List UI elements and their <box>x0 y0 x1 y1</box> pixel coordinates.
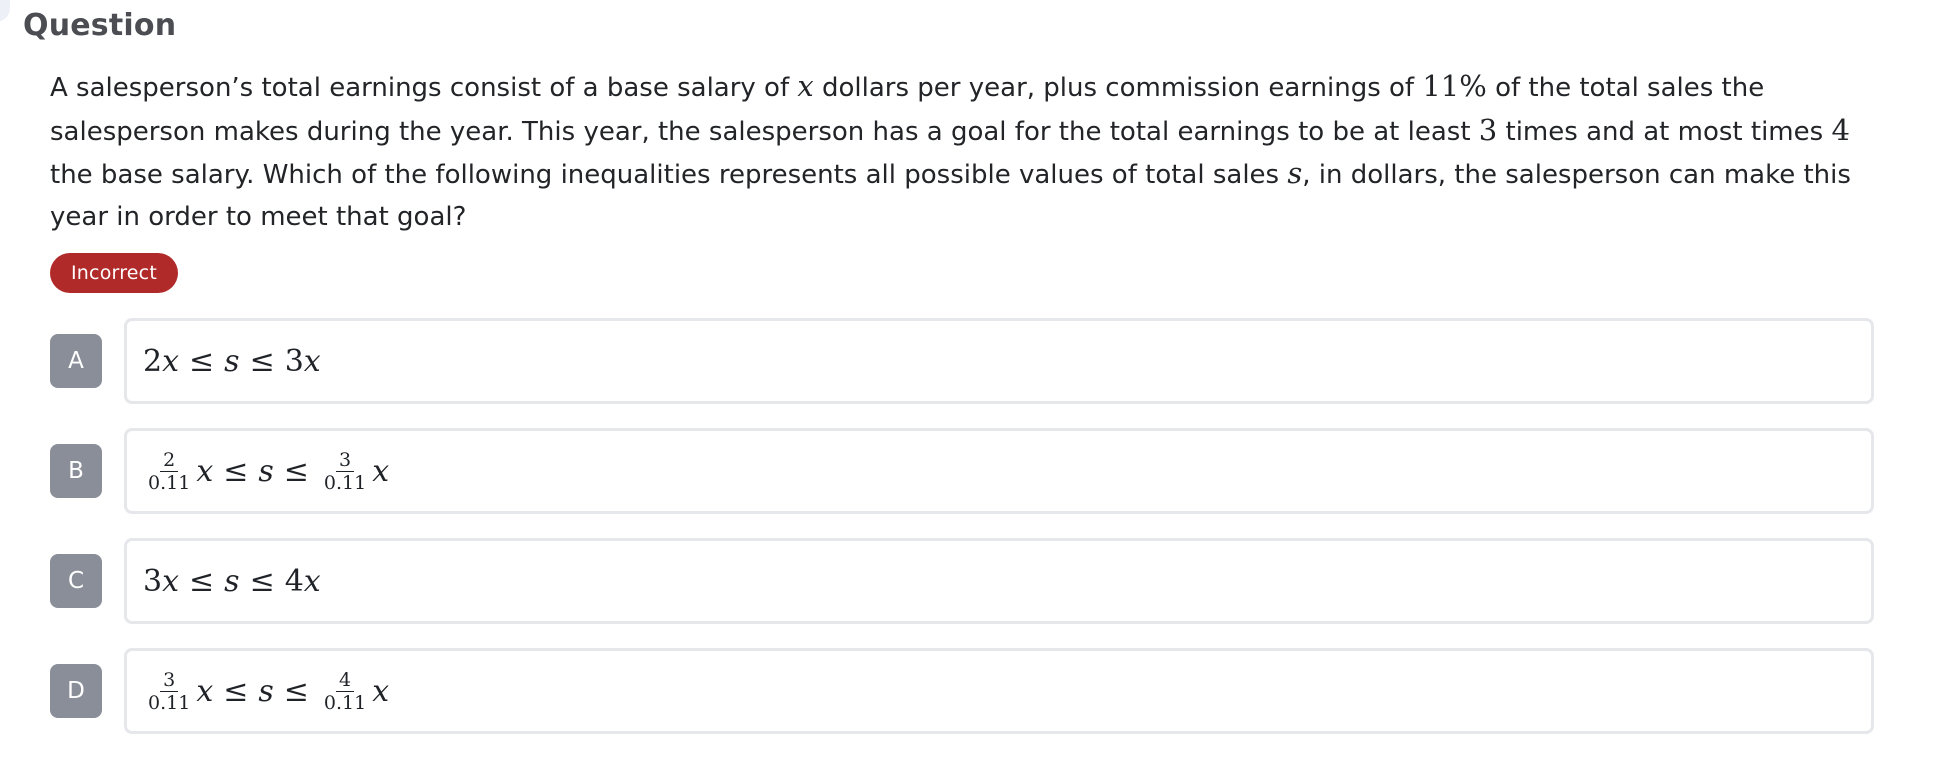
variable-s: s <box>258 453 274 489</box>
question-text-part: A salesperson’s total earnings consist o… <box>50 73 798 103</box>
variable-x: x <box>162 343 180 379</box>
answer-option-c[interactable]: C 3x ≤ s ≤ 4x <box>50 538 1874 628</box>
option-expression: 2 0.11 x ≤ s ≤ 3 0.11 x <box>143 431 389 511</box>
variable-s: s <box>224 563 240 599</box>
math-variable-x: x <box>797 69 814 103</box>
less-equal-symbol: ≤ <box>223 673 249 709</box>
option-letter[interactable]: A <box>50 334 102 388</box>
option-letter[interactable]: C <box>50 554 102 608</box>
variable-s: s <box>258 673 274 709</box>
fraction-denominator: 0.11 <box>323 691 367 714</box>
coefficient: 3 <box>143 563 163 599</box>
coefficient: 3 <box>284 343 304 379</box>
option-letter[interactable]: B <box>50 444 102 498</box>
variable-x: x <box>162 563 180 599</box>
less-equal-symbol: ≤ <box>283 453 309 489</box>
option-card[interactable]: 3x ≤ s ≤ 4x <box>124 538 1874 624</box>
math-number: 3 <box>1478 112 1498 147</box>
answer-option-d[interactable]: D 3 0.11 x ≤ s ≤ 4 0.11 x <box>50 648 1874 738</box>
fraction-denominator: 0.11 <box>148 471 191 494</box>
coefficient: 2 <box>143 343 163 379</box>
corner-accent <box>0 0 10 22</box>
less-equal-symbol: ≤ <box>249 343 275 379</box>
math-variable-s: s <box>1287 156 1303 190</box>
math-percent: 11% <box>1422 69 1487 103</box>
answer-option-b[interactable]: B 2 0.11 x ≤ s ≤ 3 0.11 x <box>50 428 1874 518</box>
variable-x: x <box>303 343 321 379</box>
option-expression: 3x ≤ s ≤ 4x <box>143 541 321 621</box>
variable-s: s <box>224 343 240 379</box>
less-equal-symbol: ≤ <box>223 453 249 489</box>
variable-x: x <box>372 673 390 709</box>
fraction-denominator: 0.11 <box>148 691 191 714</box>
answer-option-a[interactable]: A 2x ≤ s ≤ 3x <box>50 318 1874 408</box>
variable-x: x <box>303 563 321 599</box>
option-card[interactable]: 2x ≤ s ≤ 3x <box>124 318 1874 404</box>
less-equal-symbol: ≤ <box>189 563 215 599</box>
fraction-denominator: 0.11 <box>323 471 367 494</box>
coefficient: 4 <box>284 563 304 599</box>
fraction-numerator: 2 <box>160 449 179 472</box>
fraction: 2 0.11 <box>145 449 193 494</box>
fraction: 3 0.11 <box>145 669 193 714</box>
fraction-numerator: 3 <box>336 449 355 472</box>
option-card[interactable]: 3 0.11 x ≤ s ≤ 4 0.11 x <box>124 648 1874 734</box>
option-expression: 3 0.11 x ≤ s ≤ 4 0.11 x <box>143 651 389 731</box>
math-number: 4 <box>1831 112 1850 147</box>
variable-x: x <box>196 673 214 709</box>
less-equal-symbol: ≤ <box>189 343 215 379</box>
variable-x: x <box>372 453 390 489</box>
question-text-part: the base salary. Which of the following … <box>50 160 1288 190</box>
question-text-part: times and at most times <box>1497 116 1832 147</box>
status-badge: Incorrect <box>50 253 178 293</box>
option-letter[interactable]: D <box>50 664 102 718</box>
option-expression: 2x ≤ s ≤ 3x <box>143 321 321 401</box>
question-text-part: dollars per year, plus commission earnin… <box>813 73 1423 103</box>
fraction-numerator: 3 <box>160 669 179 692</box>
page-title: Question <box>23 8 177 43</box>
question-page: Question A salesperson’s total earnings … <box>0 0 1936 782</box>
question-text: A salesperson’s total earnings consist o… <box>50 66 1890 238</box>
variable-x: x <box>196 453 214 489</box>
fraction-numerator: 4 <box>336 669 355 692</box>
fraction: 3 0.11 <box>321 449 369 494</box>
less-equal-symbol: ≤ <box>283 673 309 709</box>
less-equal-symbol: ≤ <box>249 563 275 599</box>
option-card[interactable]: 2 0.11 x ≤ s ≤ 3 0.11 x <box>124 428 1874 514</box>
fraction: 4 0.11 <box>321 669 369 714</box>
